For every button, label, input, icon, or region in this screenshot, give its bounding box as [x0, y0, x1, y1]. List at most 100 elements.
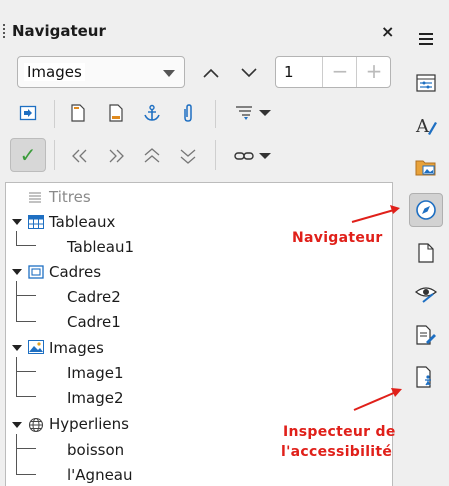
styles-icon: A [415, 116, 437, 136]
page-header-icon [71, 104, 85, 122]
expand-arrow-icon[interactable] [12, 345, 22, 351]
frame-icon [28, 265, 44, 279]
double-chevron-right-icon [109, 149, 124, 163]
content-type-dropdown[interactable]: Images [17, 56, 185, 88]
compass-icon [416, 200, 436, 220]
page-number-spinbox[interactable]: 1 − + [275, 56, 391, 88]
paperclip-icon [184, 104, 192, 122]
tree-item-frame2[interactable]: Cadre2 [67, 288, 121, 306]
sidebar-tab-navigator[interactable] [409, 193, 443, 227]
sidebar-tab-page[interactable] [409, 236, 443, 270]
tree-item-headings[interactable]: Titres [49, 188, 91, 206]
tree-item-frames[interactable]: Cadres [49, 263, 101, 281]
sidebar-tab-properties[interactable] [409, 66, 443, 100]
accessibility-inspector-icon [416, 366, 431, 388]
decrement-button[interactable]: − [322, 57, 357, 87]
previous-object-button[interactable] [200, 62, 222, 84]
increment-button[interactable]: + [356, 57, 391, 87]
chevron-down-icon [163, 70, 175, 77]
demote-chapter-button[interactable] [104, 144, 128, 168]
heading-levels-button[interactable] [230, 101, 276, 125]
drag-mode-button[interactable] [230, 144, 276, 168]
tree-item-link-boisson[interactable]: boisson [67, 441, 124, 459]
tree-item-image1[interactable]: Image1 [67, 364, 124, 382]
toolbar-separator [215, 100, 216, 128]
annotation-navigator-label: Navigateur [292, 230, 383, 246]
tree-item-image2[interactable]: Image2 [67, 389, 124, 407]
tree-connector [16, 295, 36, 296]
tree-item-hyperlinks[interactable]: Hyperliens [49, 415, 129, 433]
double-chevron-up-icon [144, 148, 160, 163]
move-chapter-up-button[interactable] [140, 144, 164, 168]
dropdown-value: Images [24, 63, 85, 81]
sidebar-menu-button[interactable] [409, 22, 443, 56]
reminder-button[interactable] [176, 101, 200, 125]
annotation-accessibility-line1: Inspecteur de [283, 424, 396, 440]
tree-item-frame1[interactable]: Cadre1 [67, 313, 121, 331]
navigator-panel: Navigateur × Images 1 − + ✓ Titres Table… [0, 0, 402, 486]
sidebar-tab-manage-changes[interactable] [409, 318, 443, 352]
sidebar-tab-styles[interactable]: A [409, 108, 443, 142]
master-view-icon [19, 105, 37, 121]
page-footer-icon [109, 104, 123, 122]
double-chevron-left-icon [72, 149, 87, 163]
annotation-arrow-navigator [351, 205, 400, 223]
tree-connector [16, 231, 17, 245]
header-button[interactable] [66, 101, 90, 125]
tree-item-link-agneau[interactable]: l'Agneau [67, 466, 133, 484]
content-tree[interactable]: Titres Tableaux Tableau1 Cadres Cadre2 C… [5, 182, 393, 486]
move-chapter-down-button[interactable] [176, 144, 200, 168]
page-icon [418, 243, 434, 263]
tree-connector [16, 321, 36, 322]
annotation-arrow-accessibility [353, 388, 402, 411]
expand-arrow-icon[interactable] [12, 269, 22, 275]
headings-icon [29, 192, 41, 203]
sidebar-tab-bar: A [402, 0, 449, 486]
properties-icon [416, 74, 436, 92]
tree-connector [16, 474, 36, 475]
tree-item-table1[interactable]: Tableau1 [67, 238, 134, 256]
anchor-button[interactable] [140, 101, 164, 125]
tree-connector [16, 371, 36, 372]
page-number-value[interactable]: 1 [284, 63, 294, 81]
hamburger-menu-icon [419, 33, 433, 45]
svg-text:A: A [415, 116, 430, 136]
close-button[interactable]: × [381, 22, 394, 41]
table-icon [28, 215, 44, 229]
toolbar-separator [54, 140, 55, 170]
chevron-down-icon [241, 68, 257, 78]
sidebar-tab-style-inspector[interactable] [409, 277, 443, 311]
tree-connector [16, 281, 17, 321]
promote-chapter-button[interactable] [68, 144, 92, 168]
double-chevron-down-icon [180, 149, 196, 164]
toolbar-separator [215, 140, 216, 170]
image-icon [28, 340, 44, 354]
style-inspector-icon [415, 287, 437, 303]
dropdown-arrow-icon [259, 153, 271, 159]
chevron-up-icon [203, 68, 219, 78]
sidebar-tab-accessibility-inspector[interactable] [409, 360, 443, 394]
toggle-master-view-button[interactable] [16, 101, 40, 125]
heading-levels-icon [236, 106, 252, 120]
panel-grip[interactable] [3, 24, 5, 40]
globe-icon [28, 417, 44, 433]
link-icon [234, 152, 254, 160]
manage-changes-icon [416, 325, 436, 345]
tree-item-images[interactable]: Images [49, 339, 104, 357]
content-navigation-toggle[interactable]: ✓ [10, 138, 46, 172]
panel-title: Navigateur [12, 22, 106, 40]
tree-connector [16, 434, 17, 474]
expand-arrow-icon[interactable] [12, 219, 22, 225]
tree-item-tables[interactable]: Tableaux [49, 213, 115, 231]
annotation-accessibility-line2: l'accessibilité [281, 444, 393, 460]
tree-connector [16, 245, 36, 246]
expand-arrow-icon[interactable] [12, 422, 22, 428]
sidebar-tab-gallery[interactable] [409, 150, 443, 184]
anchor-icon [144, 104, 160, 121]
tree-connector [16, 357, 17, 396]
gallery-folder-icon [415, 160, 436, 176]
next-object-button[interactable] [238, 62, 260, 84]
tree-connector [16, 448, 36, 449]
toolbar-separator [54, 100, 55, 128]
footer-button[interactable] [104, 101, 128, 125]
